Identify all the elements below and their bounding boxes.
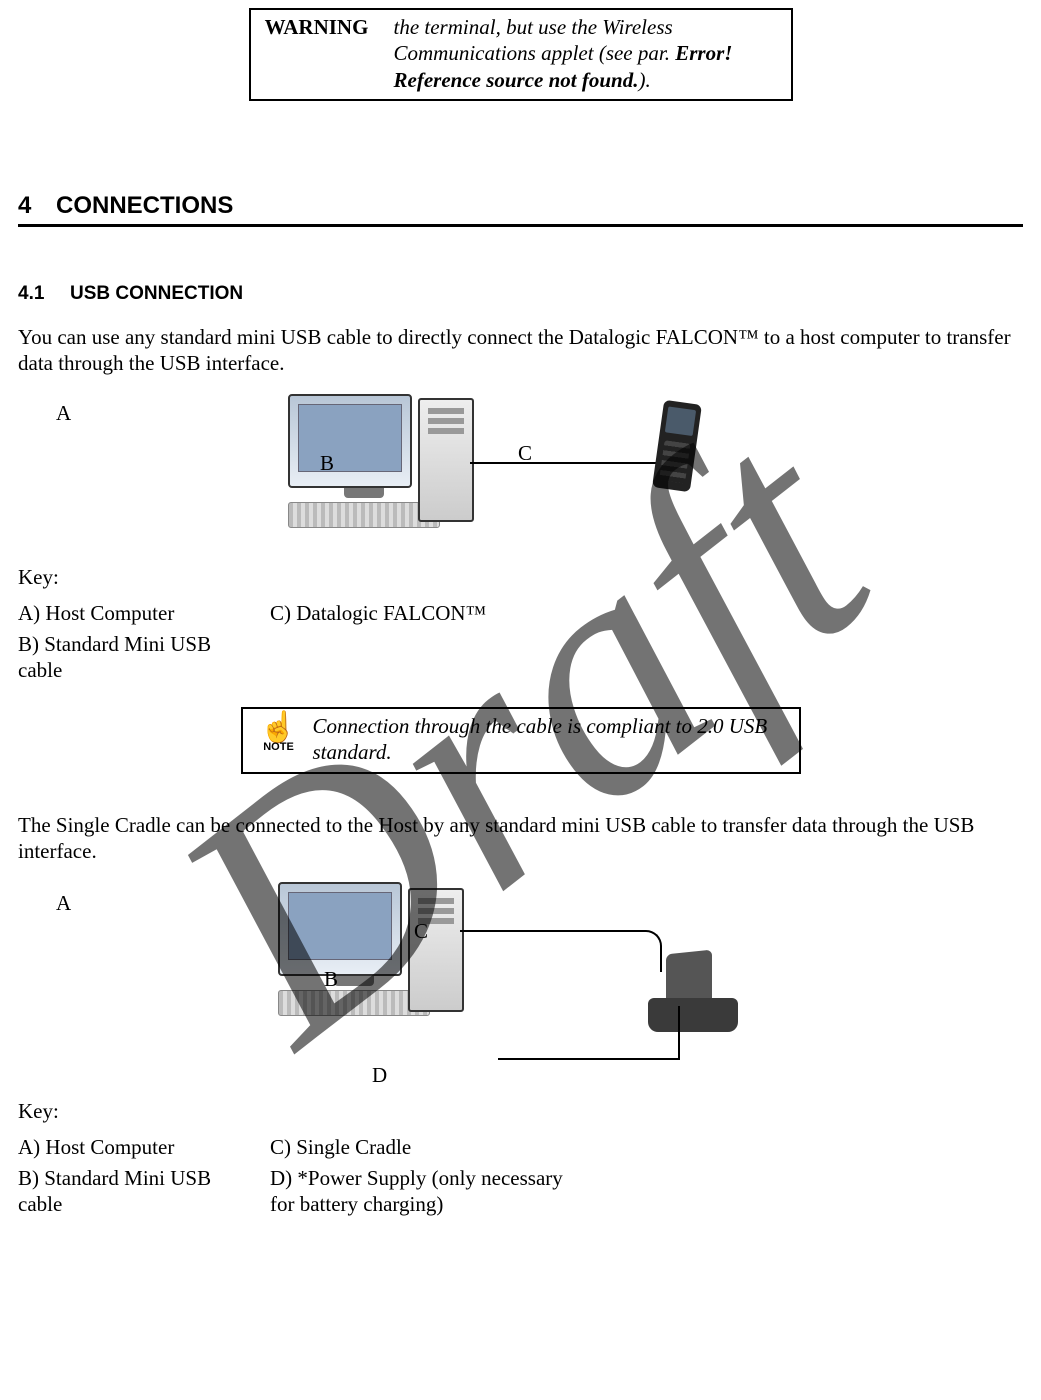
usb-cable-icon: [460, 930, 662, 972]
figure-2: A B C D: [18, 882, 1023, 1092]
power-supply-line-icon: [498, 1058, 678, 1060]
warning-box: WARNING the terminal, but use the Wirele…: [249, 8, 793, 101]
key1-a: A) Host Computer: [18, 598, 270, 628]
paragraph-2: The Single Cradle can be connected to th…: [18, 812, 1023, 865]
figure-1: A B C: [18, 394, 1023, 554]
key2-d: D) *Power Supply (only necessary for bat…: [270, 1163, 602, 1220]
key2-b: B) Standard Mini USB cable: [18, 1163, 270, 1220]
page: WARNING the terminal, but use the Wirele…: [0, 8, 1041, 1259]
fig1-label-b: B: [320, 450, 334, 476]
section-number: 4: [18, 191, 56, 221]
key1-b: B) Standard Mini USB cable: [18, 629, 270, 686]
key2-table: A) Host Computer C) Single Cradle B) Sta…: [18, 1132, 602, 1219]
paragraph-1: You can use any standard mini USB cable …: [18, 324, 1023, 377]
subsection-heading: 4.1USB CONNECTION: [18, 282, 1023, 306]
fig1-label-a: A: [56, 400, 71, 426]
hand-icon: ☝: [251, 713, 307, 743]
note-box: ☝ NOTE Connection through the cable is c…: [241, 707, 801, 774]
single-cradle-icon: [648, 952, 738, 1032]
note-icon-block: ☝ NOTE: [251, 713, 307, 755]
fig2-label-b: B: [324, 966, 338, 992]
usb-cable-icon: [470, 462, 660, 464]
key1-empty: [270, 629, 498, 686]
key1-label: Key:: [18, 564, 1023, 590]
subsection-number: 4.1: [18, 282, 70, 306]
section-heading: 4CONNECTIONS: [18, 191, 1023, 227]
warning-text-after: ).: [639, 68, 651, 92]
falcon-device-icon: [652, 400, 702, 492]
pc-tower-icon: [408, 888, 464, 1012]
warning-text: the terminal, but use the Wireless Commu…: [384, 10, 791, 99]
warning-label: WARNING: [251, 10, 384, 99]
fig2-label-d: D: [372, 1062, 387, 1088]
key2-c: C) Single Cradle: [270, 1132, 602, 1162]
warning-text-before: the terminal, but use the Wireless Commu…: [394, 15, 676, 65]
pc-tower-icon: [418, 398, 474, 522]
fig2-label-a: A: [56, 890, 71, 916]
note-text: Connection through the cable is complian…: [307, 713, 791, 766]
key2-label: Key:: [18, 1098, 1023, 1124]
section-title: CONNECTIONS: [56, 192, 233, 219]
subsection-title: USB CONNECTION: [70, 283, 243, 304]
key2-a: A) Host Computer: [18, 1132, 270, 1162]
key1-c: C) Datalogic FALCON™: [270, 598, 498, 628]
fig2-label-c: C: [414, 918, 428, 944]
key1-table: A) Host Computer C) Datalogic FALCON™ B)…: [18, 598, 498, 685]
note-caption: NOTE: [251, 741, 307, 755]
